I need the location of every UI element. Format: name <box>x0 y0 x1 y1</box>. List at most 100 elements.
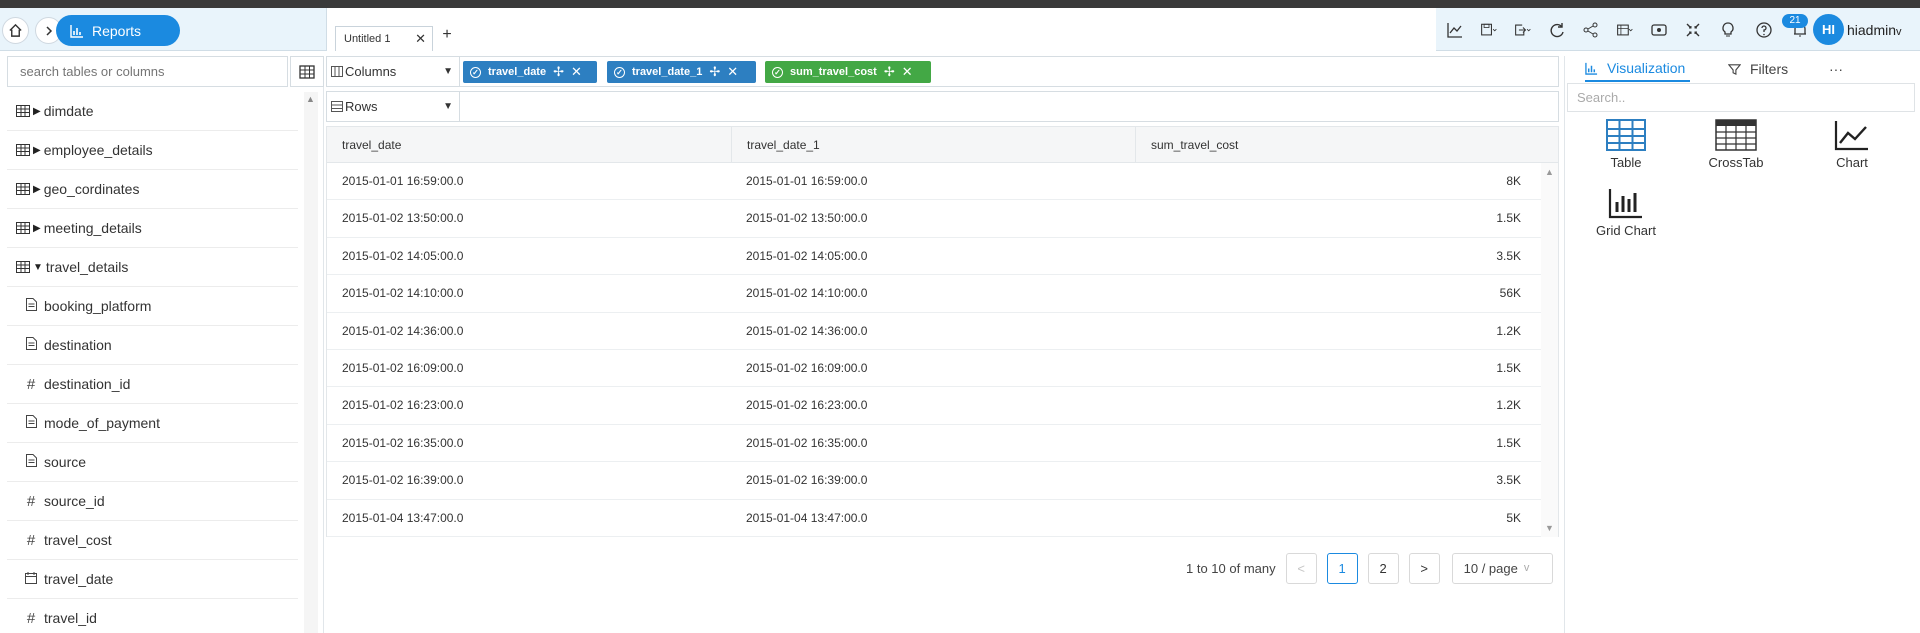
rows-shelf-selector[interactable]: Rows ▼ <box>327 92 460 121</box>
viz-crosstab[interactable]: CrossTab <box>1691 119 1781 170</box>
move-icon[interactable]: ✢ <box>553 64 564 80</box>
caret-right-icon[interactable]: ▶ <box>33 145 41 156</box>
line-chart-tool[interactable] <box>1438 8 1472 51</box>
table-view-button[interactable] <box>290 56 324 87</box>
pagination: 1 to 10 of many < 1 2 > 10 / page v <box>1186 552 1553 584</box>
move-icon[interactable]: ✢ <box>709 64 720 80</box>
tab-visualization[interactable]: Visualization <box>1585 56 1690 82</box>
table-tree: ▶ dimdate ▶ employee_details ▶ geo_cordinates… <box>7 92 298 633</box>
tree-field-item[interactable]: # destination_id <box>7 365 298 404</box>
caret-right-icon[interactable]: ▶ <box>33 184 41 195</box>
avatar[interactable]: HI <box>1813 14 1844 45</box>
more-options-button[interactable]: ··· <box>1829 56 1843 82</box>
check-circle-icon: ✓ <box>470 66 481 78</box>
column-pill-sum-travel-cost[interactable]: ✓ sum_travel_cost ✢ ✕ <box>765 61 931 83</box>
table-row[interactable]: 2015-01-02 13:50:00.0 2015-01-02 13:50:00… <box>327 200 1541 238</box>
table-row[interactable]: 2015-01-01 16:59:00.0 2015-01-01 16:59:00… <box>327 163 1541 201</box>
tree-field-item[interactable]: booking_platform <box>7 287 298 326</box>
help-icon <box>1756 21 1772 38</box>
remove-icon[interactable]: ✕ <box>571 64 582 80</box>
username-label: hiadmin <box>1847 22 1897 38</box>
home-button[interactable] <box>2 17 29 44</box>
export-icon <box>1515 24 1531 35</box>
move-icon[interactable]: ✢ <box>884 64 895 80</box>
save-tool[interactable] <box>1472 8 1506 51</box>
table-row[interactable]: 2015-01-02 14:05:00.0 2015-01-02 14:05:00… <box>327 238 1541 276</box>
tree-table-item[interactable]: ▶ meeting_details <box>7 209 298 248</box>
share-tool[interactable] <box>1574 8 1608 51</box>
table-row[interactable]: 2015-01-02 14:10:00.0 2015-01-02 14:10:00… <box>327 275 1541 313</box>
visualization-search-input[interactable]: Search.. <box>1567 83 1915 112</box>
column-header[interactable]: travel_date <box>327 127 731 163</box>
columns-shelf-selector[interactable]: Columns ▼ <box>327 57 460 86</box>
save-icon <box>1481 23 1497 35</box>
table-cell: 2015-01-02 14:05:00.0 <box>342 248 464 263</box>
table-cell: 2015-01-02 14:10:00.0 <box>746 286 868 301</box>
viz-chart[interactable]: Chart <box>1807 119 1897 170</box>
rows-shelf-label: Rows <box>345 99 378 114</box>
reports-button[interactable]: Reports <box>56 15 180 46</box>
visualization-panel: Visualization Filters ··· Search.. Table… <box>1564 56 1920 633</box>
table-row[interactable]: 2015-01-04 13:47:00.0 2015-01-04 13:47:00… <box>327 500 1541 537</box>
table-cell: 2015-01-02 16:23:00.0 <box>746 398 868 413</box>
remove-icon[interactable]: ✕ <box>902 64 913 80</box>
hint-tool[interactable] <box>1710 8 1746 51</box>
column-pill-travel-date[interactable]: ✓ travel_date ✢ ✕ <box>463 61 597 83</box>
viz-table[interactable]: Table <box>1581 119 1671 170</box>
tree-table-item[interactable]: ▶ dimdate <box>7 92 298 131</box>
help-tool[interactable] <box>1746 8 1782 51</box>
grid-scrollbar[interactable]: ▲ ▼ <box>1541 163 1558 537</box>
per-page-select[interactable]: 10 / page v <box>1451 552 1553 584</box>
column-header[interactable]: sum_travel_cost <box>1135 127 1558 163</box>
caret-right-icon[interactable]: ▶ <box>33 106 41 117</box>
caret-down-icon[interactable]: ▼ <box>33 262 43 273</box>
tree-field-item[interactable]: # travel_cost <box>7 521 298 560</box>
export-tool[interactable] <box>1506 8 1540 51</box>
table-cell: 2015-01-02 16:35:00.0 <box>342 435 464 450</box>
search-tables-input[interactable] <box>7 56 288 87</box>
page-1-button[interactable]: 1 <box>1326 552 1358 584</box>
page-2-button[interactable]: 2 <box>1367 552 1399 584</box>
tree-field-item[interactable]: source <box>7 443 298 482</box>
tree-item-label: geo_cordinates <box>43 181 140 197</box>
tab-filters[interactable]: Filters <box>1728 56 1788 82</box>
caret-right-icon[interactable]: ▶ <box>33 223 41 234</box>
chevron-right-icon <box>45 25 52 36</box>
table-row[interactable]: 2015-01-02 16:35:00.0 2015-01-02 16:35:00… <box>327 425 1541 463</box>
prev-page-button[interactable]: < <box>1285 552 1317 584</box>
column-pill-travel-date-1[interactable]: ✓ travel_date_1 ✢ ✕ <box>607 61 756 83</box>
grid-chart-icon <box>1608 189 1642 219</box>
tree-table-item[interactable]: ▶ geo_cordinates <box>7 170 298 209</box>
tree-table-item[interactable]: ▶ employee_details <box>7 131 298 170</box>
calendar-icon <box>22 571 40 588</box>
layout-tool[interactable] <box>1608 8 1642 51</box>
tree-field-item[interactable]: # travel_id <box>7 599 298 633</box>
table-row[interactable]: 2015-01-02 16:09:00.0 2015-01-02 16:09:00… <box>327 350 1541 388</box>
column-header[interactable]: travel_date_1 <box>731 127 1135 163</box>
table-row[interactable]: 2015-01-02 16:23:00.0 2015-01-02 16:23:00… <box>327 387 1541 425</box>
line-chart-icon <box>1834 121 1868 151</box>
add-tab-button[interactable]: + <box>438 26 456 48</box>
table-row[interactable]: 2015-01-02 14:36:00.0 2015-01-02 14:36:00… <box>327 313 1541 350</box>
remove-icon[interactable]: ✕ <box>727 64 738 80</box>
viz-grid-chart[interactable]: Grid Chart <box>1581 187 1671 238</box>
tree-field-item[interactable]: travel_date <box>7 560 298 599</box>
tree-field-item[interactable]: destination <box>7 326 298 365</box>
fullscreen-tool[interactable] <box>1676 8 1710 51</box>
close-tab-icon[interactable]: ✕ <box>415 31 426 47</box>
report-tab-strip: Untitled 1 ✕ + <box>326 8 1436 51</box>
tree-field-item[interactable]: mode_of_payment <box>7 404 298 443</box>
tree-field-item[interactable]: # source_id <box>7 482 298 521</box>
tree-table-item[interactable]: ▼ travel_details <box>7 248 298 287</box>
table-cell: 56K <box>1499 286 1521 301</box>
user-menu[interactable]: hiadminv <box>1847 22 1902 38</box>
next-page-button[interactable]: > <box>1408 552 1440 584</box>
table-row[interactable]: 2015-01-02 16:39:00.0 2015-01-02 16:39:00… <box>327 462 1541 500</box>
report-tab[interactable]: Untitled 1 ✕ <box>335 26 433 51</box>
tree-scrollbar[interactable]: ▲ <box>304 92 318 633</box>
tree-item-label: travel_id <box>44 610 97 626</box>
pill-label: travel_date <box>488 66 547 78</box>
refresh-tool[interactable] <box>1540 8 1574 51</box>
present-tool[interactable] <box>1642 8 1676 51</box>
share-icon <box>1583 22 1598 37</box>
